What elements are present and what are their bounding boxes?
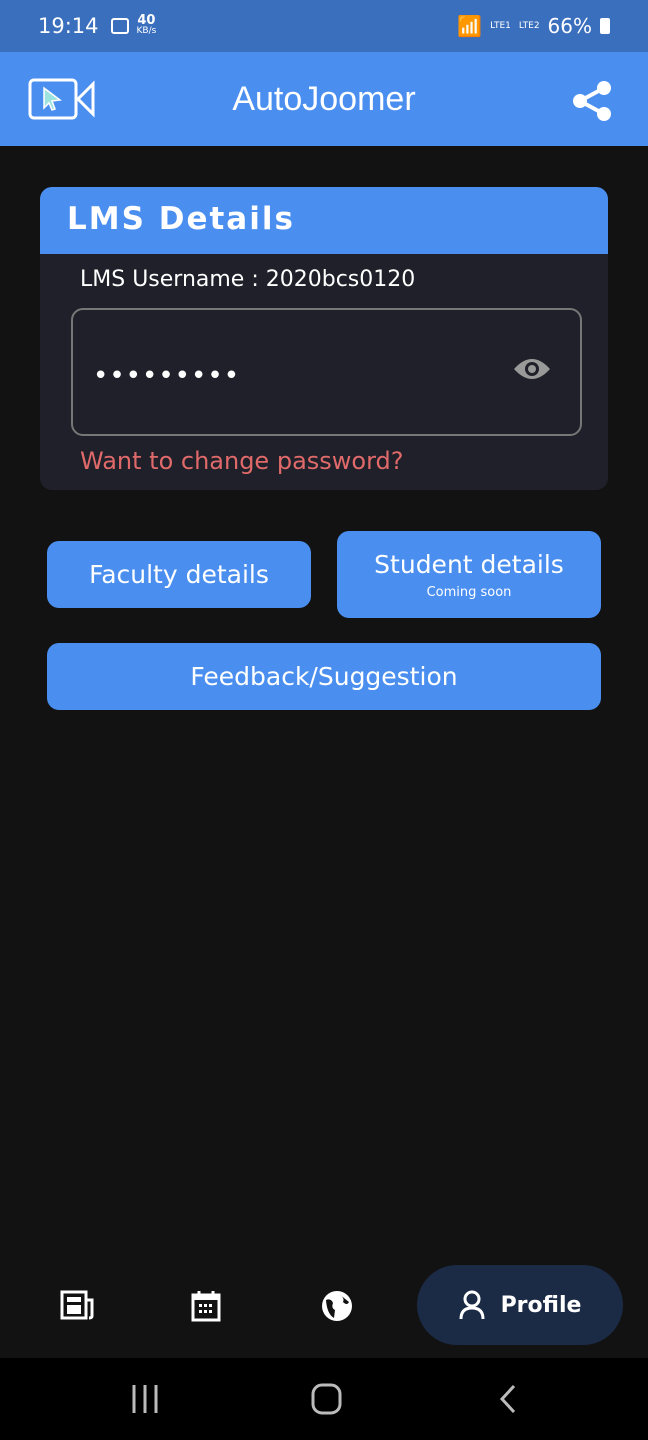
password-field[interactable]: ••••••••• (71, 308, 582, 436)
sim1-label: LTE1 (490, 20, 511, 31)
faculty-details-button[interactable]: Faculty details (47, 541, 311, 608)
calendar-icon[interactable] (191, 1290, 221, 1322)
app-title: AutoJoomer (232, 79, 416, 118)
wifi-icon: 📶 (457, 14, 483, 38)
student-label: Student details (374, 549, 564, 579)
bottom-nav: Profile (0, 1262, 648, 1358)
share-icon[interactable] (572, 80, 612, 122)
gallery-icon (110, 18, 129, 34)
coming-soon-label: Coming soon (426, 584, 512, 600)
faculty-label: Faculty details (89, 560, 269, 589)
newspaper-icon[interactable] (60, 1290, 94, 1320)
lms-username: LMS Username : 2020bcs0120 (80, 267, 416, 292)
feedback-button[interactable]: Feedback/Suggestion (47, 643, 601, 710)
globe-icon[interactable] (321, 1290, 353, 1322)
password-value: ••••••••• (93, 361, 241, 391)
battery-text: 66% (547, 14, 592, 38)
person-icon (459, 1290, 485, 1320)
status-time: 19:14 (38, 14, 99, 38)
eye-icon[interactable] (512, 354, 552, 384)
status-bar: 19:14 40 KB/s 📶 LTE1 LTE2 66% (0, 0, 648, 52)
system-nav-bar (0, 1358, 648, 1440)
card-title: LMS Details (40, 187, 608, 254)
back-icon[interactable] (498, 1384, 518, 1414)
nav-profile-tab[interactable]: Profile (417, 1265, 623, 1345)
feedback-label: Feedback/Suggestion (190, 662, 458, 691)
home-icon[interactable] (311, 1383, 343, 1415)
battery-icon (600, 18, 610, 34)
profile-label: Profile (500, 1292, 582, 1318)
lms-details-card: LMS Details LMS Username : 2020bcs0120 •… (40, 187, 608, 490)
sim2-label: LTE2 (518, 20, 540, 31)
app-bar: AutoJoomer (0, 52, 648, 146)
video-cursor-icon[interactable] (28, 78, 96, 120)
net-speed: 40 KB/s (136, 13, 157, 36)
recent-apps-icon[interactable] (130, 1385, 160, 1413)
student-details-button[interactable]: Student details Coming soon (337, 531, 601, 618)
change-password-link[interactable]: Want to change password? (80, 447, 404, 475)
